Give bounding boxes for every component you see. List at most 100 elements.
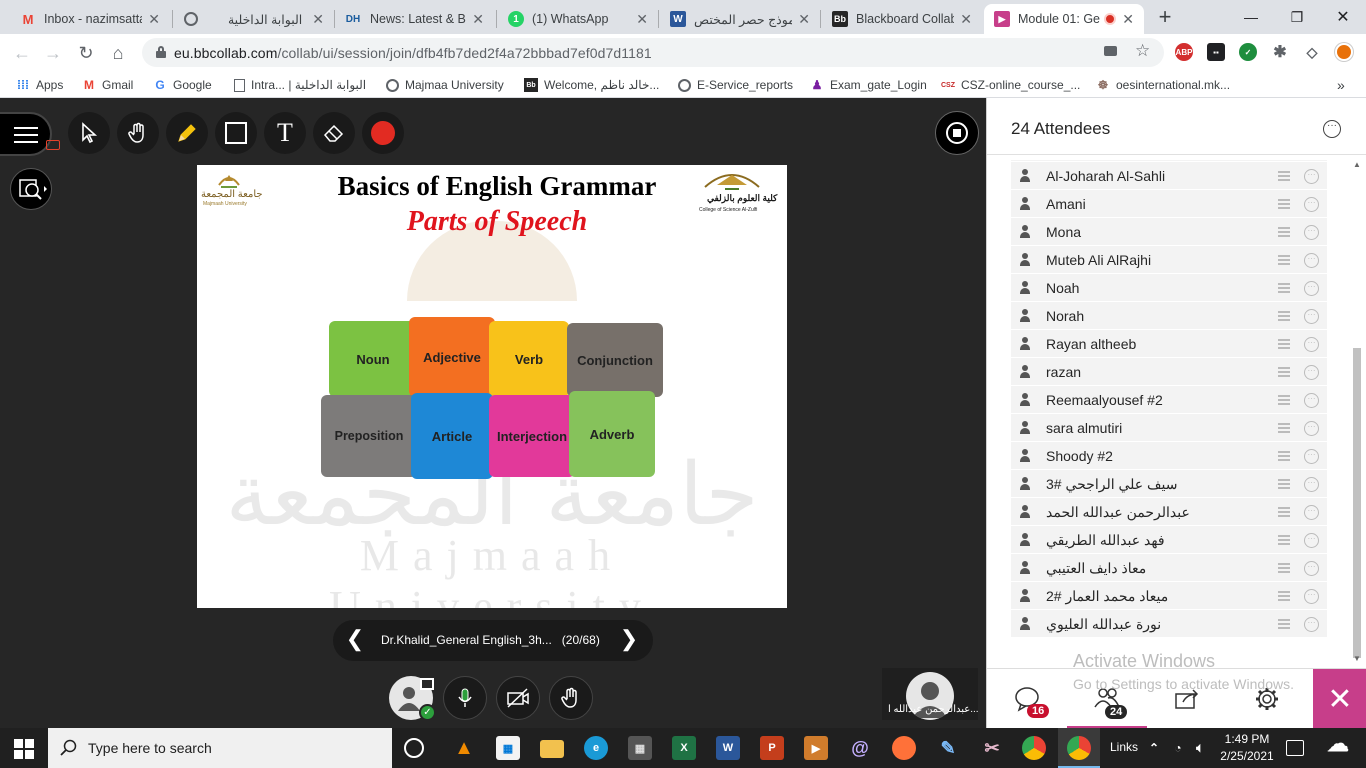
spiral-app-icon[interactable]: @: [848, 736, 872, 760]
select-tool[interactable]: [68, 112, 110, 154]
more-options-icon[interactable]: ···: [1304, 617, 1319, 632]
close-icon[interactable]: ✕: [798, 11, 810, 28]
chrome-active-task[interactable]: [1058, 728, 1100, 768]
restore-button[interactable]: ❐: [1274, 0, 1320, 34]
list-icon[interactable]: [1278, 367, 1290, 377]
firefox-icon[interactable]: [892, 736, 916, 760]
more-options-icon[interactable]: ···: [1304, 169, 1319, 184]
more-options-icon[interactable]: ···: [1304, 281, 1319, 296]
attendee-row[interactable]: Muteb Ali AlRajhi ···: [1011, 246, 1327, 274]
bookmark-oes[interactable]: ☸ oesinternational.mk...: [1096, 76, 1230, 94]
attendee-row[interactable]: Amani ···: [1011, 190, 1327, 218]
list-icon[interactable]: [1278, 563, 1290, 573]
chrome-icon[interactable]: [1022, 736, 1046, 760]
text-tool[interactable]: T: [264, 112, 306, 154]
bookmark-intra[interactable]: Intra... | البوابة الداخلية: [234, 76, 366, 94]
list-icon[interactable]: [1278, 171, 1290, 181]
attendee-row[interactable]: نورة عبدالله العليوي ···: [1011, 610, 1327, 638]
microphone-button[interactable]: [443, 676, 487, 720]
close-icon[interactable]: ✕: [960, 11, 972, 28]
attendee-row[interactable]: عبدالرحمن عبدالله الحمد ···: [1011, 498, 1327, 526]
snip-icon[interactable]: ✂: [980, 736, 1004, 760]
attendee-row[interactable]: Noah ···: [1011, 274, 1327, 302]
more-options-icon[interactable]: ···: [1304, 561, 1319, 576]
puzzle-icon[interactable]: ✱: [1271, 43, 1289, 61]
start-button[interactable]: [14, 739, 34, 764]
list-icon[interactable]: [1278, 423, 1290, 433]
edge-icon[interactable]: e: [584, 736, 608, 760]
camera-button[interactable]: [496, 676, 540, 720]
participant-video[interactable]: عبدالرحمن عبدالله ا...: [882, 668, 979, 720]
shape-tool[interactable]: [215, 112, 257, 154]
tab-whatsapp[interactable]: 1 (1) WhatsApp ✕: [498, 4, 658, 34]
minimize-button[interactable]: —: [1228, 0, 1274, 34]
links-toolbar[interactable]: Links: [1110, 740, 1138, 754]
zoom-button[interactable]: [10, 168, 52, 210]
attendee-row[interactable]: sara almutiri ···: [1011, 414, 1327, 442]
address-bar[interactable]: eu.bbcollab.com/collab/ui/session/join/d…: [142, 38, 1164, 67]
extension-icon[interactable]: ▪▪: [1207, 43, 1225, 61]
attendee-row[interactable]: معاذ دايف العتيبي ···: [1011, 554, 1327, 582]
excel-icon[interactable]: X: [672, 736, 696, 760]
raise-hand-button[interactable]: [549, 676, 593, 720]
tab-news[interactable]: DH News: Latest & Bre✕: [334, 4, 494, 34]
new-tab-button[interactable]: +: [1153, 6, 1177, 30]
bookmark-majmaa[interactable]: Majmaa University: [386, 76, 504, 94]
close-icon[interactable]: ✕: [636, 11, 648, 28]
more-options-icon[interactable]: ···: [1304, 337, 1319, 352]
previous-slide-button[interactable]: ❮: [345, 628, 365, 652]
more-options-icon[interactable]: ···: [1304, 589, 1319, 604]
paint-icon[interactable]: ✎: [936, 736, 960, 760]
list-icon[interactable]: [1278, 395, 1290, 405]
vlc-icon[interactable]: ▲: [452, 736, 476, 760]
stop-sharing-button[interactable]: [935, 111, 979, 155]
bookmark-apps[interactable]: ⁞⁞⁞ Apps: [16, 76, 63, 94]
attendee-row[interactable]: فهد عبدالله الطريقي ···: [1011, 526, 1327, 554]
reload-button[interactable]: ↻: [76, 43, 96, 63]
list-icon[interactable]: [1278, 535, 1290, 545]
list-icon[interactable]: [1278, 591, 1290, 601]
word-icon[interactable]: W: [716, 736, 740, 760]
tab-module-active[interactable]: ▶ Module 01: Ge ✕: [984, 4, 1144, 34]
more-options-icon[interactable]: ···: [1304, 225, 1319, 240]
notifications-icon[interactable]: [1286, 740, 1304, 756]
media-player-icon[interactable]: ▶: [804, 736, 828, 760]
list-icon[interactable]: [1278, 451, 1290, 461]
bookmark-welcome[interactable]: Bb Welcome, خالد ناظم...: [524, 76, 659, 94]
tab-internal-portal[interactable]: البوابة الداخلية ✕: [174, 4, 334, 34]
my-status-button[interactable]: ✓: [389, 676, 436, 721]
list-icon[interactable]: [1278, 339, 1290, 349]
attendee-row[interactable]: ميعاد محمد العمار #2 ···: [1011, 582, 1327, 610]
adblock-icon[interactable]: ABP: [1175, 43, 1193, 61]
attendee-row[interactable]: Norah ···: [1011, 302, 1327, 330]
color-tool[interactable]: [362, 112, 404, 154]
close-icon[interactable]: ✕: [1122, 11, 1134, 28]
powerpoint-icon[interactable]: P: [760, 736, 784, 760]
bookmark-csz[interactable]: CSZ CSZ-online_course_...: [941, 76, 1080, 94]
tab-blackboard[interactable]: Bb Blackboard Collab ✕: [822, 4, 982, 34]
network-icon[interactable]: ◔: [1166, 736, 1190, 760]
attendee-row[interactable]: Al-Joharah Al-Sahli ···: [1011, 162, 1327, 190]
more-options-icon[interactable]: ···: [1304, 393, 1319, 408]
tab-word-doc[interactable]: W نموذج حصر المختص ✕: [660, 4, 820, 34]
close-icon[interactable]: ✕: [148, 11, 160, 28]
list-icon[interactable]: [1278, 227, 1290, 237]
list-icon[interactable]: [1278, 507, 1290, 517]
bookmark-gmail[interactable]: M Gmail: [82, 76, 133, 94]
bookmark-examgate[interactable]: ♟ Exam_gate_Login: [810, 76, 927, 94]
store-icon[interactable]: ▦: [496, 736, 520, 760]
more-options-icon[interactable]: ···: [1304, 197, 1319, 212]
diamond-icon[interactable]: ◇: [1303, 43, 1321, 61]
list-icon[interactable]: [1278, 199, 1290, 209]
list-icon[interactable]: [1278, 255, 1290, 265]
folder-icon[interactable]: [540, 740, 564, 758]
shield-icon[interactable]: ✓: [1239, 43, 1257, 61]
close-icon[interactable]: ✕: [472, 11, 484, 28]
more-options-icon[interactable]: ···: [1304, 505, 1319, 520]
camera-icon[interactable]: [1104, 46, 1117, 56]
attendee-row[interactable]: سيف علي الراجحي #3 ···: [1011, 470, 1327, 498]
more-options-icon[interactable]: ···: [1304, 365, 1319, 380]
list-icon[interactable]: [1278, 283, 1290, 293]
bookmarks-overflow-icon[interactable]: »: [1337, 76, 1345, 94]
session-menu-button[interactable]: [0, 112, 60, 156]
